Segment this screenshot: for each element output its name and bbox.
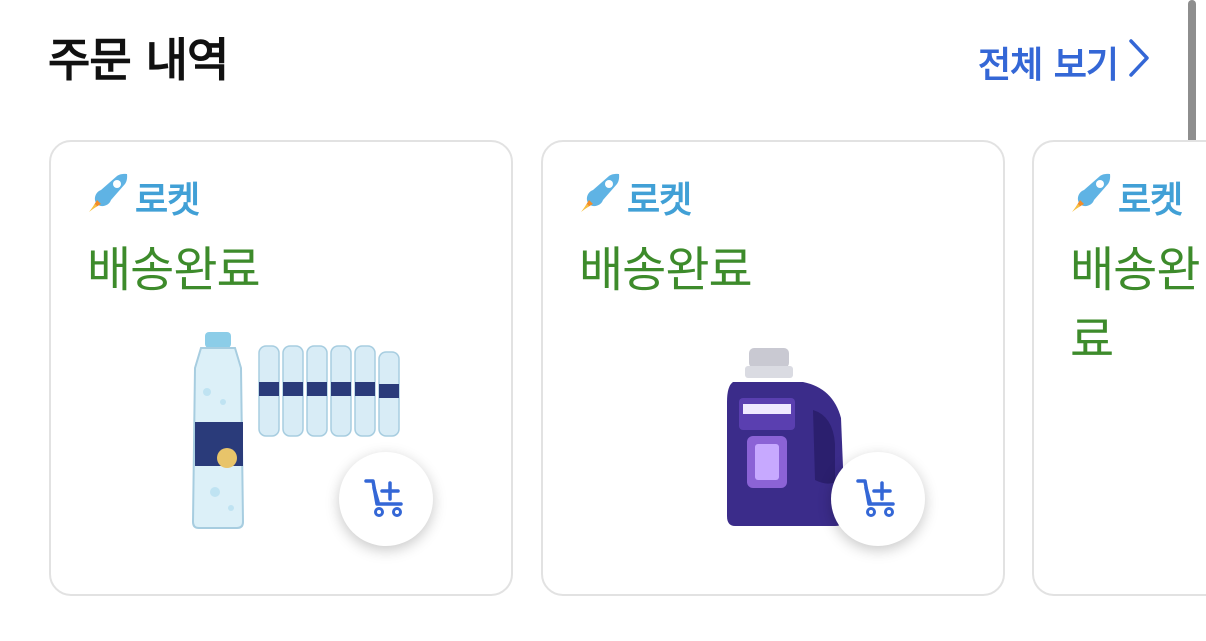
rocket-badge: 로켓 [87, 170, 200, 223]
section-title: 주문 내역 [48, 33, 229, 87]
delivery-status: 배송완료 [87, 242, 261, 298]
rocket-icon [1070, 170, 1114, 223]
badge-label: 로켓 [1118, 179, 1183, 221]
order-card[interactable]: 로켓 배송완료 [541, 140, 1005, 596]
rocket-badge: 로켓 [579, 170, 692, 223]
see-all-link[interactable]: 전체 보기 [978, 36, 1150, 88]
order-card[interactable]: 로켓 배송완료 [1032, 140, 1206, 596]
order-card[interactable]: 로켓 배송완료 [49, 140, 513, 596]
add-to-cart-button[interactable] [339, 452, 433, 546]
add-to-cart-button[interactable] [831, 452, 925, 546]
rocket-icon [87, 170, 131, 223]
delivery-status: 배송완료 [579, 242, 753, 298]
rocket-icon [579, 170, 623, 223]
rocket-badge: 로켓 [1070, 170, 1183, 223]
cart-plus-icon [363, 474, 409, 524]
badge-label: 로켓 [135, 179, 200, 221]
chevron-right-icon [1128, 38, 1150, 87]
delivery-status: 배송완료 [1070, 242, 1200, 368]
badge-label: 로켓 [627, 179, 692, 221]
see-all-label: 전체 보기 [977, 45, 1119, 86]
cart-plus-icon [855, 474, 901, 524]
